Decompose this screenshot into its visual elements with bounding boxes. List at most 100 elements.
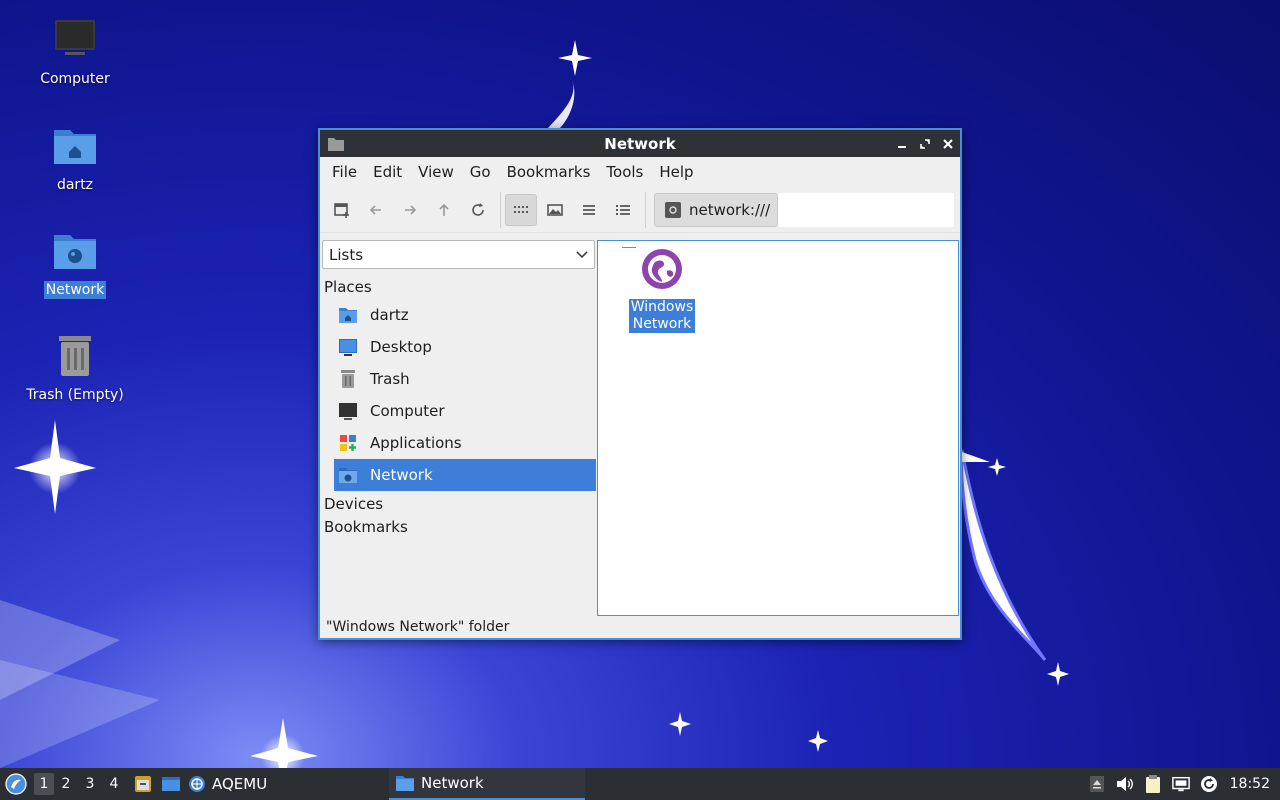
file-manager-window: Network File Edit View Go Bookmarks Tool… [318,128,962,640]
place-label: Applications [370,434,462,452]
side-pane-mode-select[interactable]: Lists [322,240,595,269]
desktop-icon-trash[interactable]: Trash (Empty) [20,332,130,404]
drive-icon [665,201,681,218]
minimize-icon [897,145,906,148]
clipboard-icon [1145,775,1160,793]
menu-bookmarks[interactable]: Bookmarks [499,163,599,181]
maximize-button[interactable] [916,135,933,152]
arrow-up-icon [439,203,449,216]
file-manager-launcher-icon[interactable] [132,774,154,794]
menu-go[interactable]: Go [462,163,499,181]
taskbar: 1 2 3 4 AQEMU Network 18:52 [0,768,1280,800]
start-menu-button[interactable] [0,768,32,800]
arrow-right-icon [405,204,417,215]
network-status-button[interactable] [1171,775,1190,793]
place-network[interactable]: Network [334,459,596,491]
file-view[interactable]: Windows Network [597,240,959,616]
menu-help[interactable]: Help [651,163,701,181]
computer-icon [339,403,357,420]
place-computer[interactable]: Computer [334,395,596,427]
task-network[interactable]: Network [389,768,585,800]
desktop-icon-label: Computer [40,71,110,87]
place-desktop[interactable]: Desktop [334,331,596,363]
update-icon [1200,776,1217,792]
detail-list-icon [616,204,630,215]
title-bar[interactable]: Network [320,130,960,157]
compact-view-button[interactable] [573,194,605,226]
network-folder-icon [54,235,96,269]
home-folder-icon [339,308,357,323]
close-icon [942,138,953,149]
place-label: Desktop [370,338,432,356]
toolbar-separator [500,191,501,228]
place-applications[interactable]: Applications [334,427,596,459]
new-tab-button[interactable] [326,194,358,226]
reload-icon [472,202,484,216]
thumbnail-view-button[interactable] [539,194,571,226]
menu-view[interactable]: View [410,163,462,181]
update-button[interactable] [1200,775,1218,793]
detail-view-button[interactable] [607,194,639,226]
desktop-icon-home[interactable]: dartz [20,122,130,194]
workspace-2[interactable]: 2 [54,776,78,792]
path-button[interactable]: network:/// [654,192,778,227]
folder-icon [396,776,414,791]
devices-header[interactable]: Devices [322,493,596,516]
bookmarks-header[interactable]: Bookmarks [322,516,596,539]
grid-view-icon [514,205,528,213]
window-title: Network [604,134,676,153]
task-aqemu[interactable]: AQEMU [188,775,267,793]
workspace-1[interactable]: 1 [34,773,54,795]
path-label: network:/// [689,200,771,219]
path-bar-empty[interactable] [778,192,954,227]
lubuntu-logo-icon [5,773,27,795]
list-view-icon [583,204,595,215]
desktop-icon-network[interactable]: Network [20,227,130,299]
clipboard-button[interactable] [1144,775,1162,793]
reload-button[interactable] [462,194,494,226]
task-label: Network [421,774,484,792]
show-desktop-icon[interactable] [160,774,182,794]
workspace-3[interactable]: 3 [78,776,102,792]
icon-view-button[interactable] [505,193,537,226]
eject-button[interactable] [1088,775,1106,793]
system-tray: 18:52 [1088,775,1280,793]
applications-icon [340,435,356,451]
maximize-icon [919,138,930,149]
place-trash[interactable]: Trash [334,363,596,395]
minimize-button[interactable] [893,135,910,152]
task-label: AQEMU [212,775,268,793]
file-label-line: Network [632,316,692,332]
place-label: Network [370,466,433,484]
new-tab-icon [334,202,349,218]
trash-icon [59,336,91,376]
forward-button[interactable] [394,194,426,226]
menu-file[interactable]: File [324,163,365,181]
clock[interactable]: 18:52 [1230,776,1270,792]
file-item-windows-network[interactable]: Windows Network [622,247,696,333]
place-label: dartz [370,306,409,324]
up-button[interactable] [428,194,460,226]
volume-icon [1116,777,1133,791]
image-view-icon [547,203,563,216]
workspace-4[interactable]: 4 [102,776,126,792]
arrow-left-icon [369,204,381,215]
desktop-icon-label: Network [43,281,107,299]
network-wired-icon [1171,776,1190,792]
menu-edit[interactable]: Edit [365,163,410,181]
volume-button[interactable] [1116,775,1134,793]
desktop-icon-computer[interactable]: Computer [20,16,130,88]
desktop-icon-label: dartz [56,177,94,193]
back-button[interactable] [360,194,392,226]
computer-icon [55,20,95,55]
places-header[interactable]: Places [322,276,596,299]
select-value: Lists [329,245,364,264]
menu-tools[interactable]: Tools [598,163,651,181]
close-button[interactable] [939,135,956,152]
file-label-line: Windows [630,299,694,315]
place-dartz[interactable]: dartz [334,299,596,331]
trash-icon [341,370,355,388]
chevron-down-icon [576,250,588,258]
desktop-icon [339,339,357,356]
eject-icon [1089,776,1104,792]
